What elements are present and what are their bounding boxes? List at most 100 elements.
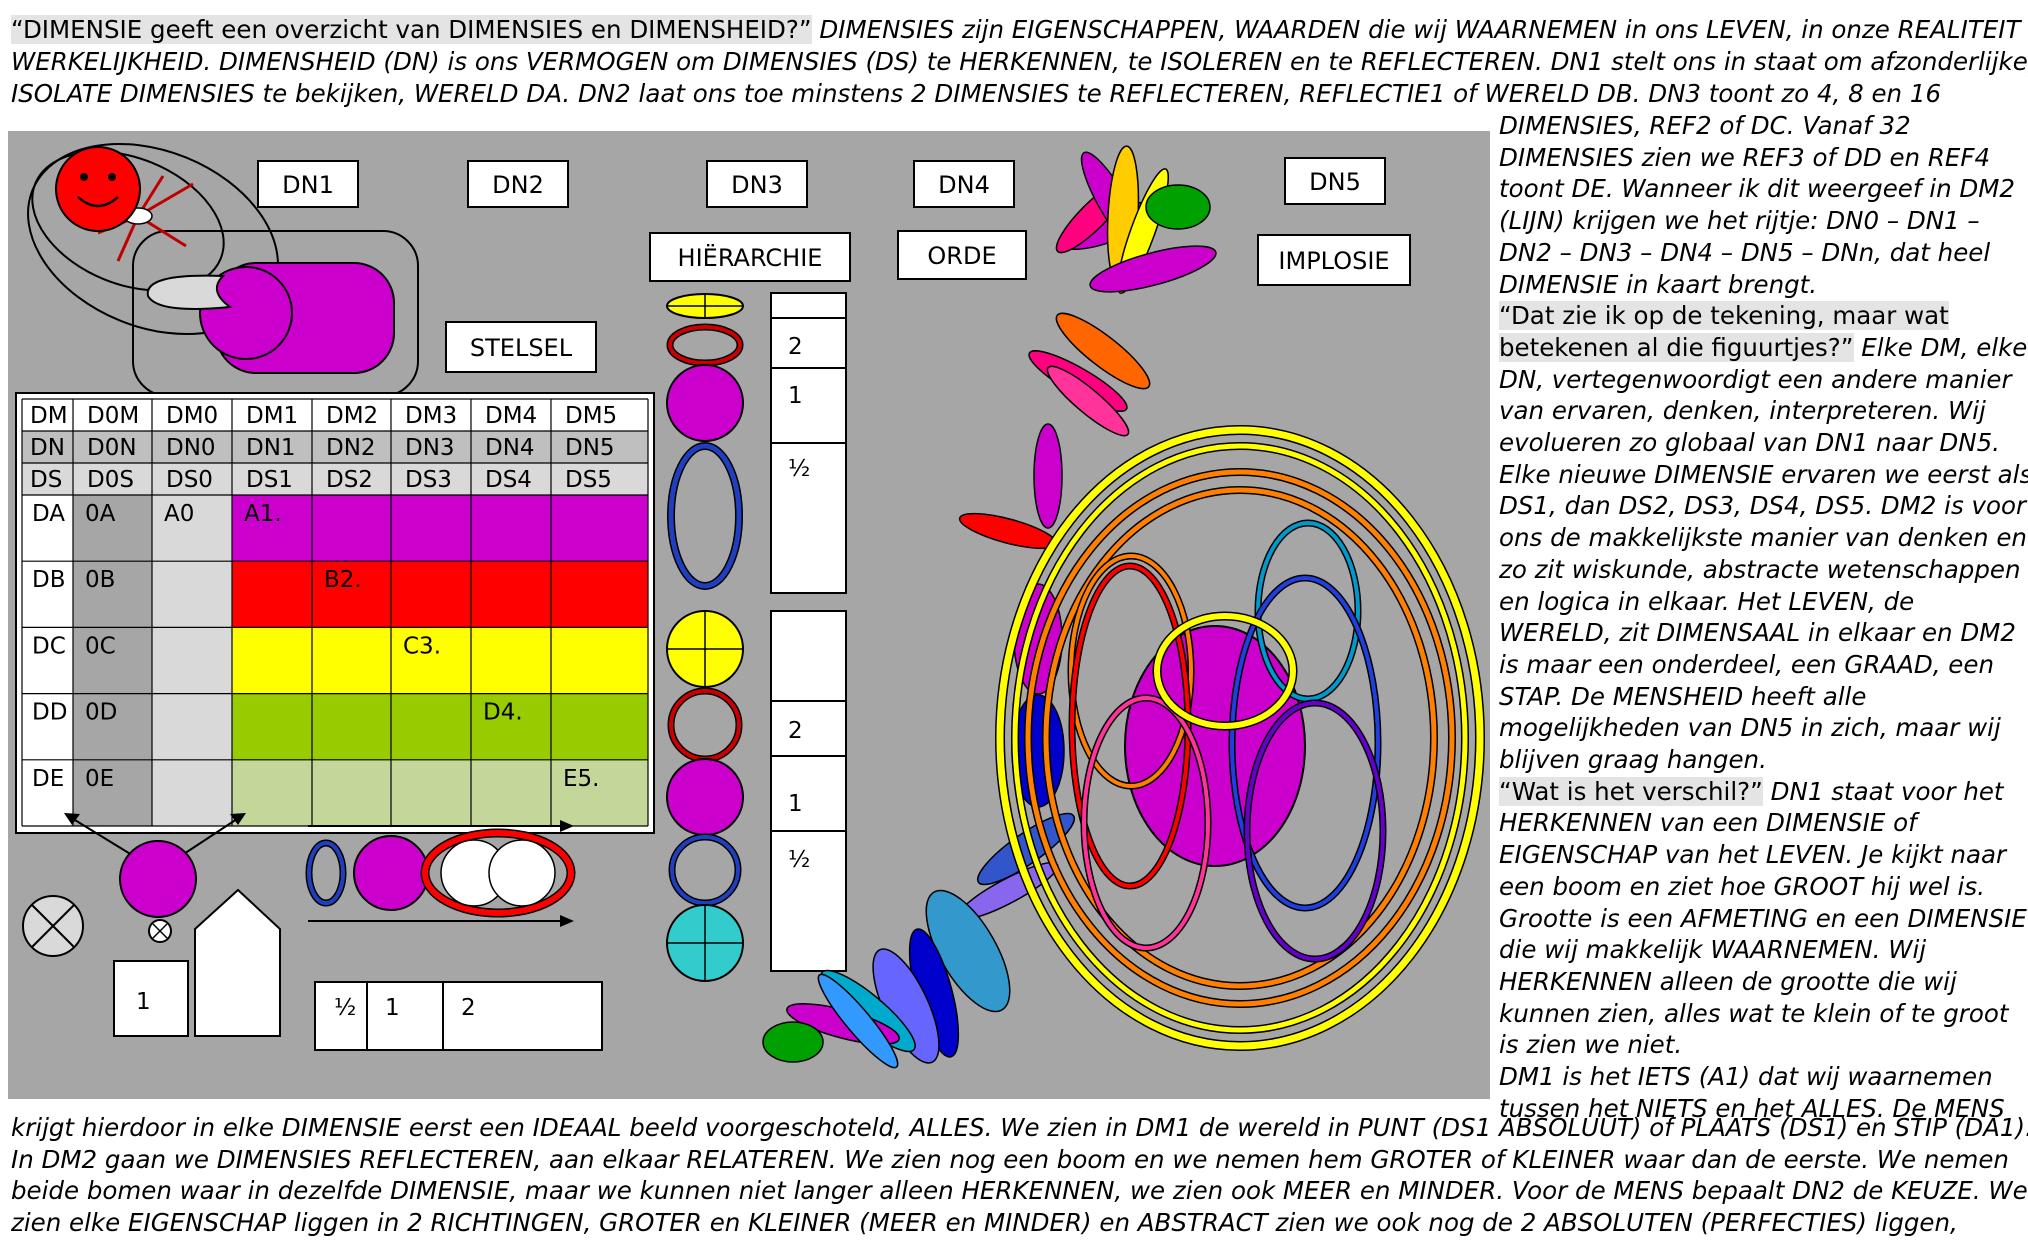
right-text-line: WERELD, zit DIMENSAAL in elkaar en DM2 [1499,617,2016,649]
table-header-cell: D0S [87,467,134,493]
crescent-shape [146,274,233,310]
svg-text:IMPLOSIE: IMPLOSIE [1278,247,1389,275]
right-text-line: betekenen al die figuurtjes?” Elke DM, e… [1499,332,2027,364]
table-mark-cell: D4. [483,700,523,726]
table-header-cell: DM2 [326,403,378,429]
right-text-line: HERKENNEN alleen de grootte die wij [1499,966,1957,998]
right-text-line: toont DE. Wanneer ik dit weergeef in DM2 [1499,173,2015,205]
right-text-line: is zien we niet. [1499,1029,1682,1061]
right-text-line: Grootte is een AFMETING en een DIMENSIE [1499,903,2027,935]
table-mark-cell: A1. [244,501,282,527]
label-orde: ORDE [897,230,1027,280]
right-text-span: mogelijkheden van DN5 in zich, maar wij [1499,713,2001,743]
bar-top-label-1: 1 [788,383,803,409]
dimension-table: DM D0M DM0 DM1 DM2 DM3 DM4 DM5 DN D0N DN0 DN1 DN2 DN3… [15,392,655,834]
right-text-span: die wij makkelijk WAARNEMEN. Wij [1499,935,1927,965]
label-implosie: IMPLOSIE [1257,234,1411,286]
bottom-number-boxes: ½ 1 2 [314,981,603,1051]
right-text-span: blijven graag hangen. [1499,745,1767,774]
svg-text:DN4: DN4 [938,171,990,199]
table-header-cell: DN3 [405,435,455,461]
table-row-label: DA [32,501,65,527]
right-text-span: HERKENNEN van een DIMENSIE of [1499,808,1917,838]
right-text-quote: “Dat zie ik op de tekening, maar wat [1499,301,1949,331]
table-row-label: DE [32,766,64,792]
right-text-line: een boom en ziet hoe GROOT hij wel is. [1499,871,1985,903]
right-text-line: en logica in elkaar. Het LEVEN, de [1499,586,1914,618]
table-cell: 0C [85,633,116,659]
svg-text:DN2: DN2 [492,171,544,199]
table-header-cell: DS3 [405,467,452,493]
right-text-line: DM1 is het IETS (A1) dat wij waarnemen [1499,1061,1993,1093]
magenta-disc [666,364,744,442]
table-mark-cell: B2. [324,567,362,593]
svg-text:1: 1 [385,995,400,1021]
hierarchie-column-top [666,293,744,590]
bar-bottom-label-half: ½ [788,847,810,873]
label-hierarchie: HIËRARCHIE [649,232,851,282]
table-color-band [232,693,648,760]
intro-line-1-text: DIMENSIES zijn EIGENSCHAPPEN, WAARDEN di… [811,15,2028,44]
bottom-text-line: beide bomen waar in dezelfde DIMENSIE, m… [11,1176,2028,1205]
svg-text:DN5: DN5 [1309,168,1361,196]
table-cell: 0A [85,501,116,527]
svg-text:STELSEL: STELSEL [470,334,573,362]
table-cell: A0 [164,501,194,527]
diagram-canvas: DN1 DN2 DN3 DN4 DN5 STELSEL HIËRARCHIE O… [15,142,1485,1069]
right-text-line: DIMENSIES zien we REF3 of DD en REF4 [1499,142,1990,174]
small-box-1: 1 [113,960,189,1037]
magenta-disc-2 [666,758,744,836]
right-text-line: ons de makkelijkste manier van denken en [1499,522,2027,554]
right-text-span: en logica in elkaar. Het LEVEN, de [1499,586,1915,616]
svg-text:1: 1 [136,989,151,1015]
right-text-span: WERELD, zit DIMENSAAL in elkaar en DM2 [1499,618,2016,648]
right-text-line: Elke nieuwe DIMENSIE ervaren we eerst al… [1499,459,2028,491]
table-mark-cell: C3. [403,633,441,659]
smiley-icon [55,146,141,232]
label-dn3: DN3 [706,160,808,208]
right-text-span: toont DE. Wanneer ik dit weergeef in DM2 [1499,174,2016,204]
table-header-cell: DM1 [246,403,298,429]
table-header-cell: DN1 [246,435,296,461]
table-header-cell: DS5 [565,467,612,493]
right-text-span: ons de makkelijkste manier van denken en [1499,523,2027,553]
right-text-line: DIMENSIE in kaart brengt. [1499,269,1817,301]
implosie-figure [995,425,1485,1051]
label-dn2: DN2 [467,160,569,208]
hierarchie-column-bottom [666,610,744,982]
bar-column-top: 2 1 ½ [770,292,847,594]
right-text-span: DIMENSIES, REF2 of DC. Vanaf 32 [1499,111,1911,140]
table-header-cell: DM3 [405,403,457,429]
table-header-cell: DM4 [485,403,537,429]
bar-bottom-label-1: 1 [788,791,803,817]
svg-text:DN1: DN1 [282,171,334,199]
right-text-line: van ervaren, denken, interpreteren. Wij [1499,395,1986,427]
right-text-line: blijven graag hangen. [1499,744,1767,776]
right-text-span: STAP. De MENSHEID heeft alle [1499,681,1867,711]
right-text-line: evolueren zo globaal van DN1 naar DN5. [1499,427,2000,459]
right-text-span: DN1 staat voor het [1762,776,2004,806]
intro-quote: “DIMENSIE geeft een overzicht van DIMENS… [11,15,812,44]
right-text-span: kunnen zien, alles wat te klein of te gr… [1499,998,2009,1028]
right-text-span: is zien we niet. [1499,1030,1683,1060]
table-row-label: DD [32,700,67,726]
table-color-band [232,495,648,562]
right-text-line: is maar een onderdeel, een GRAAD, een [1499,649,1994,681]
svg-text:HIËRARCHIE: HIËRARCHIE [678,243,823,272]
label-dn1: DN1 [257,160,359,208]
intro-line-2: WERKELIJKHEID. DIMENSHEID (DN) is ons VE… [11,47,2028,76]
right-text-line: DIMENSIES, REF2 of DC. Vanaf 32 [1499,110,1911,142]
right-text-span: (LIJN) krijgen we het rijtje: DN0 – DN1 … [1499,206,1980,236]
table-header-cell: D0M [87,403,139,429]
table-mark-cell: E5. [563,766,599,792]
right-text-line: zo zit wiskunde, abstracte wetenschappen [1499,554,2021,586]
bottom-text-line: zien elke EIGENSCHAP liggen in 2 RICHTIN… [11,1207,1958,1237]
svg-text:½: ½ [334,995,356,1021]
right-text-line: HERKENNEN van een DIMENSIE of [1499,807,1917,839]
intro-line-3: ISOLATE DIMENSIES te bekijken, WERELD DA… [11,79,1942,108]
bar-top-label-2: 2 [788,334,803,360]
right-text-span: HERKENNEN alleen de grootte die wij [1499,966,1957,996]
label-stelsel: STELSEL [445,321,597,373]
bar-top-label-half: ½ [788,456,810,482]
right-text-span: zo zit wiskunde, abstracte wetenschappen [1499,554,2021,584]
